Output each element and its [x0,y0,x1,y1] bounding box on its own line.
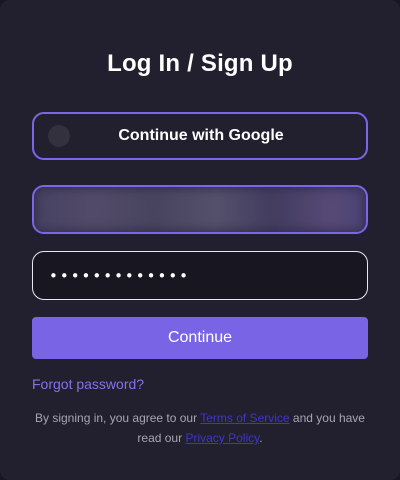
email-field[interactable] [32,185,368,234]
google-button-label: Continue with Google [118,127,284,144]
login-modal: Log In / Sign Up Continue with Google ••… [0,0,400,480]
legal-notice: By signing in, you agree to our Terms of… [24,408,376,448]
email-redacted-blur [34,187,366,232]
continue-with-google-button[interactable]: Continue with Google [32,112,368,160]
forgot-password-link[interactable]: Forgot password? [32,376,144,392]
continue-button-label: Continue [167,329,233,346]
password-field[interactable]: ••••••••••••• [32,251,368,300]
privacy-policy-link[interactable]: Privacy Policy [185,431,259,445]
legal-suffix: . [259,431,263,445]
continue-button[interactable]: Continue [32,317,368,359]
google-icon [48,125,70,147]
password-masked-value: ••••••••••••• [49,266,191,285]
legal-prefix: By signing in, you agree to our [35,411,201,425]
terms-of-service-link[interactable]: Terms of Service [200,411,289,425]
modal-title: Log In / Sign Up [107,50,293,77]
